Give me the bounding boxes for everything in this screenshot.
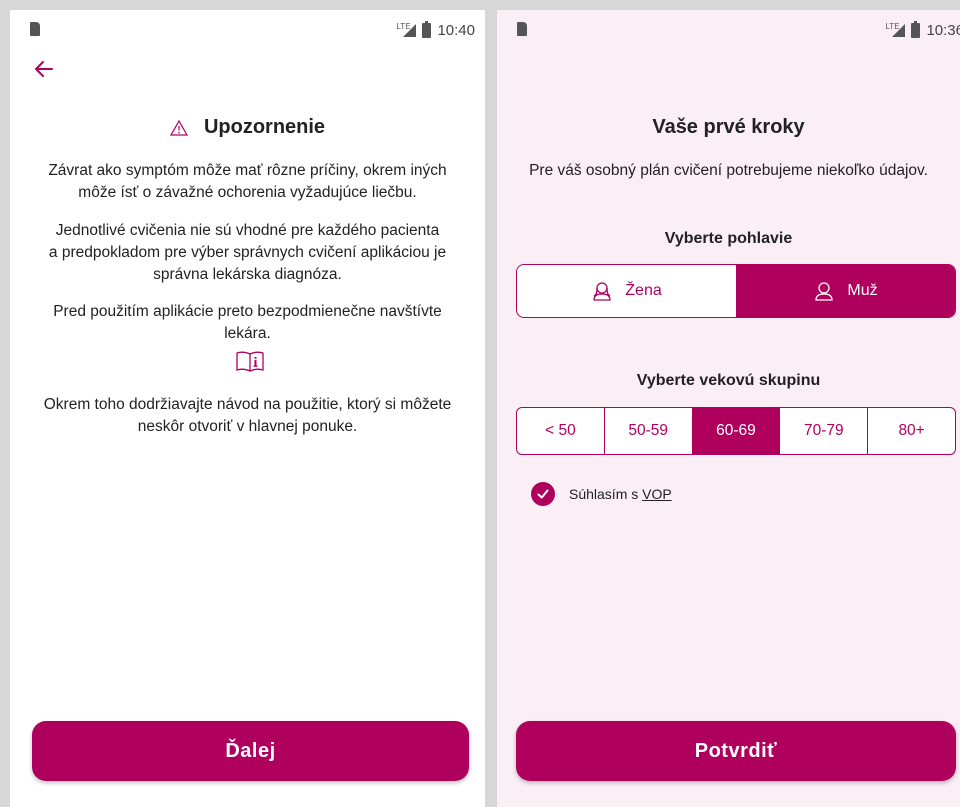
age-option[interactable]: 50-59: [605, 408, 693, 454]
confirm-button[interactable]: Potvrdiť: [516, 721, 956, 781]
gender-label: Vyberte pohlavie: [664, 230, 793, 247]
warning-paragraph: Okrem toho dodržiavajte návod na použiti…: [43, 396, 452, 435]
first-steps-screen: LTE 10:36 Vaše prvé kroky Pre váš osobný…: [497, 10, 960, 807]
page-title: Upozornenie: [203, 116, 326, 138]
warning-paragraph: Jednotlivé cvičenia nie sú vhodné pre ka…: [48, 222, 447, 283]
lte-signal-icon: LTE: [885, 22, 906, 38]
age-option[interactable]: 60-69: [692, 408, 781, 454]
page-title: Vaše prvé kroky: [652, 116, 805, 138]
checkmark-icon: [537, 489, 549, 499]
consent-row: Súhlasím s VOP: [531, 482, 672, 506]
age-option[interactable]: < 50: [517, 408, 605, 454]
age-option[interactable]: 70-79: [780, 408, 869, 454]
sim-icon: [517, 22, 527, 36]
status-bar: LTE 10:40: [10, 10, 485, 50]
age-option[interactable]: 80+: [868, 408, 955, 454]
status-time: 10:36: [926, 21, 960, 39]
status-time: 10:40: [437, 21, 475, 39]
age-selector: < 50 50-59 60-69 70-79 80+: [516, 407, 956, 455]
gender-option-female[interactable]: Žena: [517, 265, 736, 317]
consent-text: Súhlasím s: [569, 486, 639, 502]
sim-icon: [30, 22, 40, 36]
warning-triangle-icon: [169, 119, 188, 136]
status-bar: LTE 10:36: [497, 10, 960, 50]
female-user-icon: [593, 282, 611, 301]
warning-screen: LTE 10:40 Upozornenie Závrat ako symptóm…: [10, 10, 485, 807]
next-button[interactable]: Ďalej: [32, 721, 469, 781]
age-label: Vyberte vekovú skupinu: [636, 372, 821, 389]
warning-paragraph: Pred použitím aplikácie preto bezpodmien…: [53, 303, 442, 342]
page-subtitle: Pre váš osobný plán cvičení potrebujeme …: [529, 162, 928, 179]
lte-signal-icon: LTE: [396, 22, 417, 38]
back-arrow-icon[interactable]: [32, 57, 56, 81]
vop-link[interactable]: VOP: [642, 486, 672, 502]
battery-icon: [911, 20, 921, 38]
warning-header: Upozornenie: [10, 116, 485, 139]
battery-icon: [422, 20, 432, 38]
gender-option-male[interactable]: Muž: [736, 265, 955, 317]
gender-selector: Žena Muž: [516, 264, 956, 318]
warning-paragraph: Závrat ako symptóm môže mať rôzne príčin…: [48, 162, 447, 201]
male-user-icon: [815, 282, 834, 301]
consent-checkbox[interactable]: [531, 482, 555, 506]
book-info-icon: [236, 351, 264, 372]
